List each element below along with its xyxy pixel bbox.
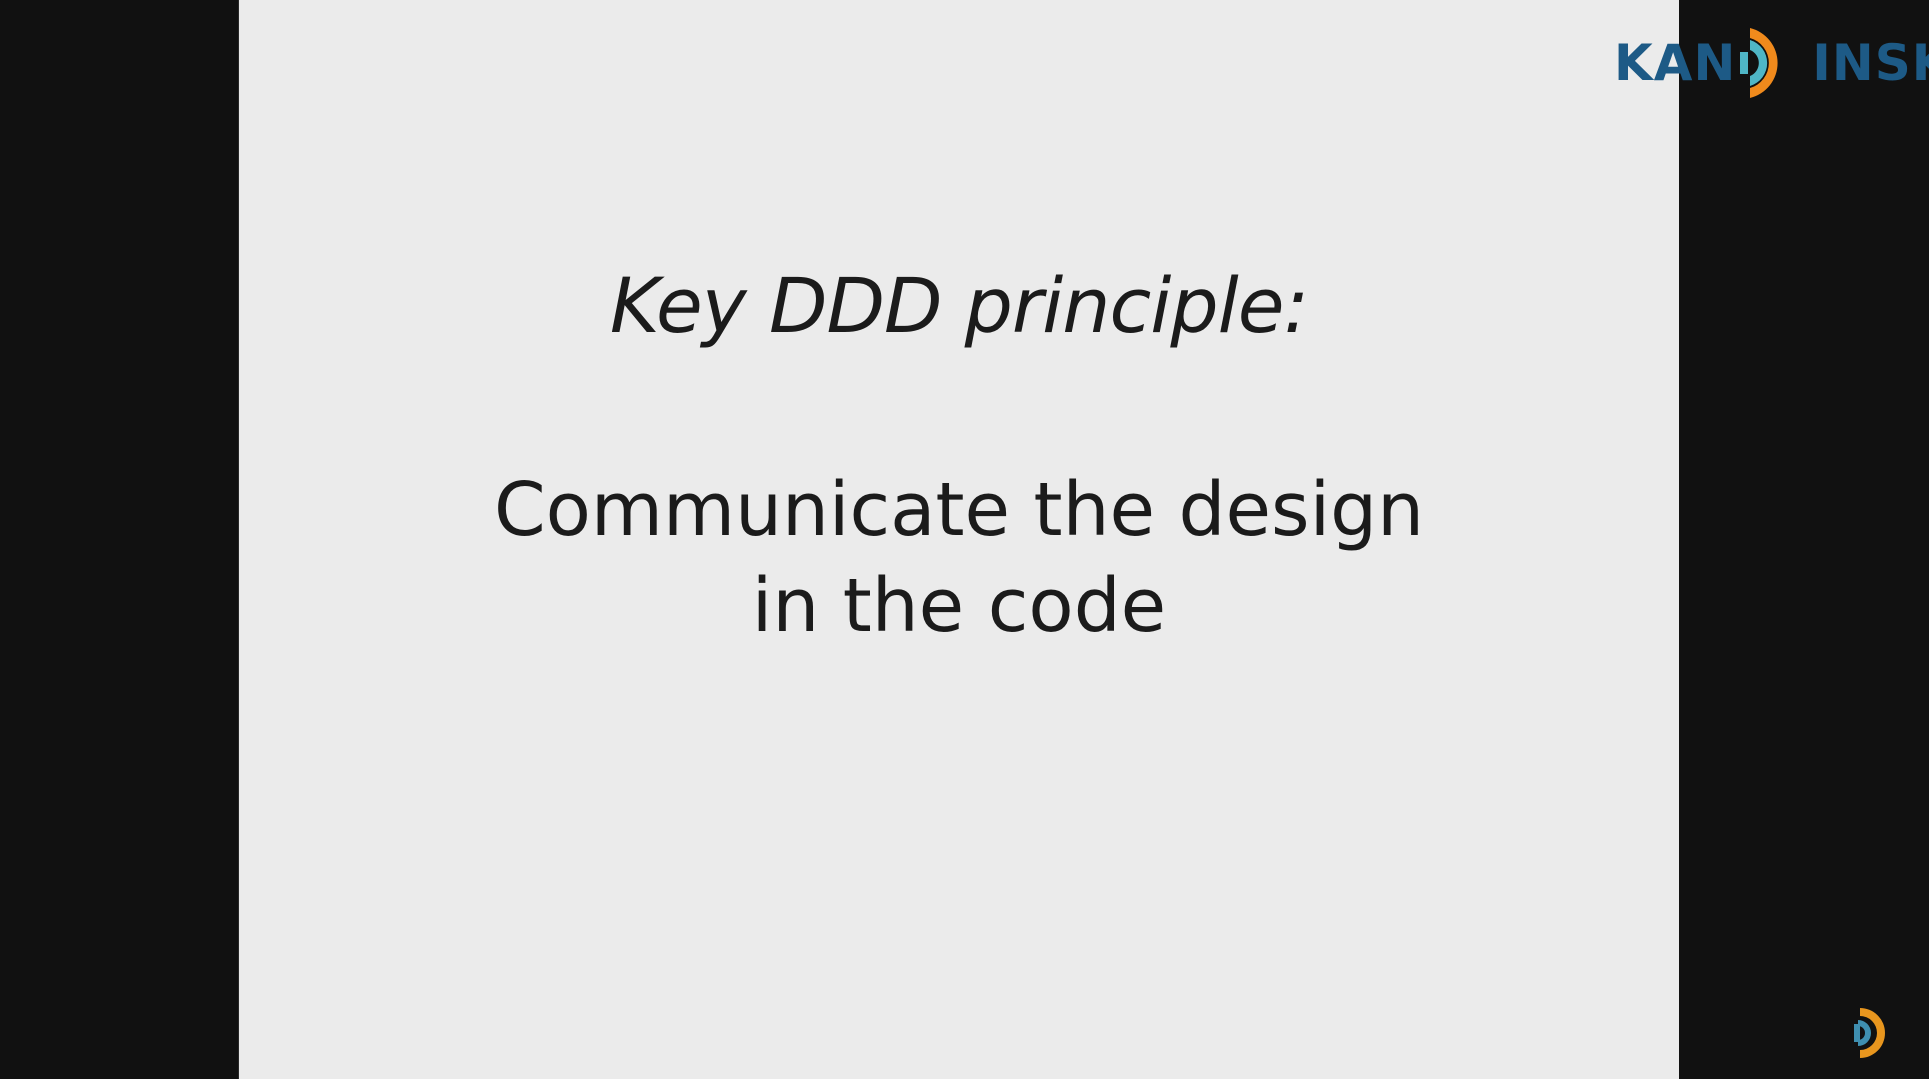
slide-body-line-2: in the code [751,563,1167,649]
slide-heading: Key DDD principle: [609,261,1309,350]
d-swirl-icon [1740,28,1778,98]
slide: Key DDD principle: Communicate the desig… [238,0,1679,1079]
corner-watermark-icon [1854,1008,1885,1058]
logo-text-prefix: KAN [1614,34,1737,92]
slide-body-line-1: Communicate the design [493,467,1425,553]
logo-text-suffix: INSKY [1812,34,1929,92]
kandinsky-logo: KAN INSKY [1614,22,1929,104]
slide-body: Communicate the design in the code [239,462,1679,654]
